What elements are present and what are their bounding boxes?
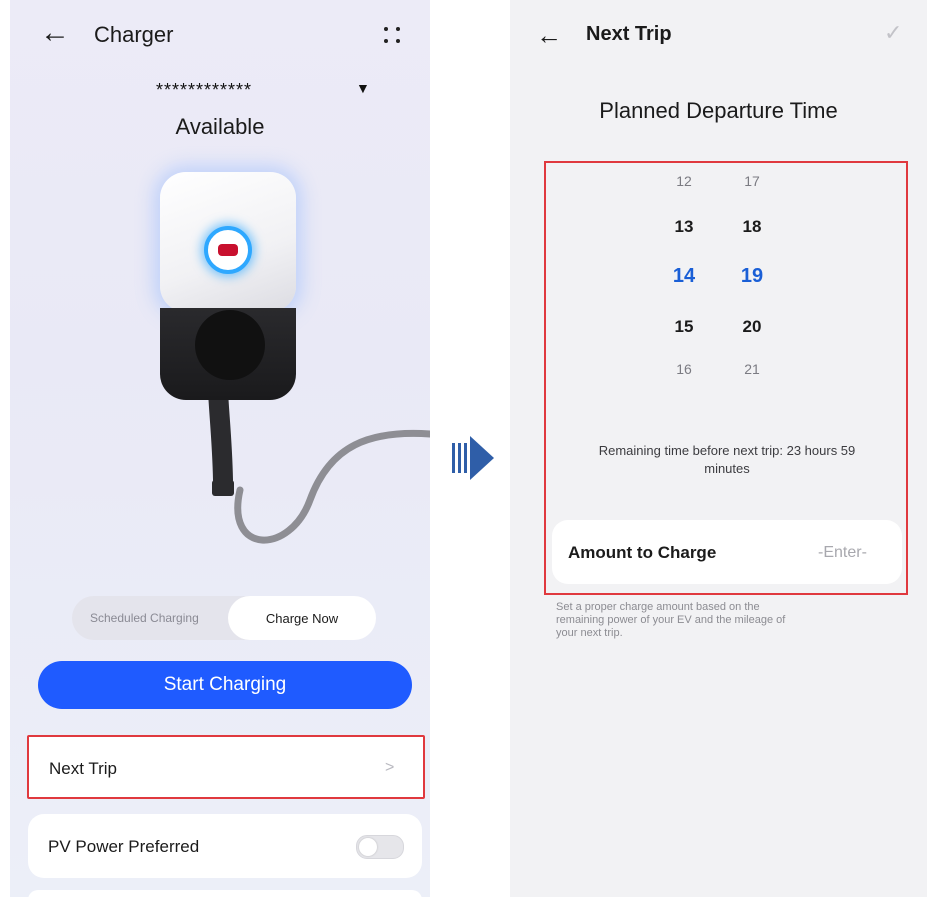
minute-option[interactable]: 21 <box>732 361 772 377</box>
amount-label: Amount to Charge <box>568 543 717 562</box>
more-dots-icon[interactable] <box>384 27 402 45</box>
pv-power-label: PV Power Preferred <box>48 837 200 856</box>
check-icon[interactable]: ✓ <box>884 20 902 46</box>
next-trip-label: Next Trip <box>49 759 118 778</box>
pv-power-row: PV Power Preferred <box>28 814 422 878</box>
amount-to-charge-row[interactable]: Amount to Charge -Enter- <box>552 520 902 584</box>
tab-charge-now[interactable]: Charge Now <box>228 596 376 640</box>
departure-config-box: 12 13 14 15 16 17 18 19 20 21 Remaining … <box>544 161 908 595</box>
minute-option[interactable]: 20 <box>732 317 772 337</box>
page-title: Charger <box>94 22 174 47</box>
start-charging-button[interactable]: Start Charging <box>38 661 412 709</box>
minute-option[interactable]: 17 <box>732 173 772 189</box>
hour-option[interactable]: 13 <box>664 217 704 237</box>
charger-status: Available <box>175 114 265 139</box>
hour-option[interactable]: 15 <box>664 317 704 337</box>
charger-plug <box>195 310 265 380</box>
charger-illustration <box>10 160 430 560</box>
remaining-time-text: Remaining time before next trip: 23 hour… <box>598 443 856 476</box>
back-arrow-icon[interactable]: ← <box>536 20 562 50</box>
minute-selected[interactable]: 19 <box>732 265 772 288</box>
time-picker[interactable]: 12 13 14 15 16 17 18 19 20 21 <box>546 163 906 393</box>
chevron-right-icon: > <box>385 759 395 776</box>
hour-option[interactable]: 12 <box>664 173 704 189</box>
amount-input[interactable]: -Enter- <box>818 544 867 562</box>
amount-hint-text: Set a proper charge amount based on the … <box>556 601 786 639</box>
brand-logo-icon <box>204 226 252 274</box>
next-trip-screen: ← Next Trip ✓ Planned Departure Time 12 … <box>510 0 927 897</box>
mode-segment: Scheduled Charging Charge Now <box>72 596 376 640</box>
back-arrow-icon[interactable]: ← <box>40 18 70 48</box>
planned-departure-heading: Planned Departure Time <box>599 98 838 123</box>
caret-down-icon[interactable]: ▼ <box>356 80 370 96</box>
hour-option[interactable]: 16 <box>664 361 704 377</box>
next-card-partial <box>28 890 422 897</box>
charger-screen: ← Charger ************ ▼ Available Sched… <box>10 0 430 897</box>
flow-arrow-icon <box>452 436 502 480</box>
next-trip-row[interactable]: Next Trip > <box>27 735 425 799</box>
pv-power-toggle[interactable] <box>356 835 404 859</box>
tab-scheduled-charging[interactable]: Scheduled Charging <box>90 611 199 625</box>
page-title: Next Trip <box>586 23 672 45</box>
charger-id: ************ <box>156 80 253 100</box>
minute-option[interactable]: 18 <box>732 217 772 237</box>
hour-selected[interactable]: 14 <box>664 265 704 288</box>
